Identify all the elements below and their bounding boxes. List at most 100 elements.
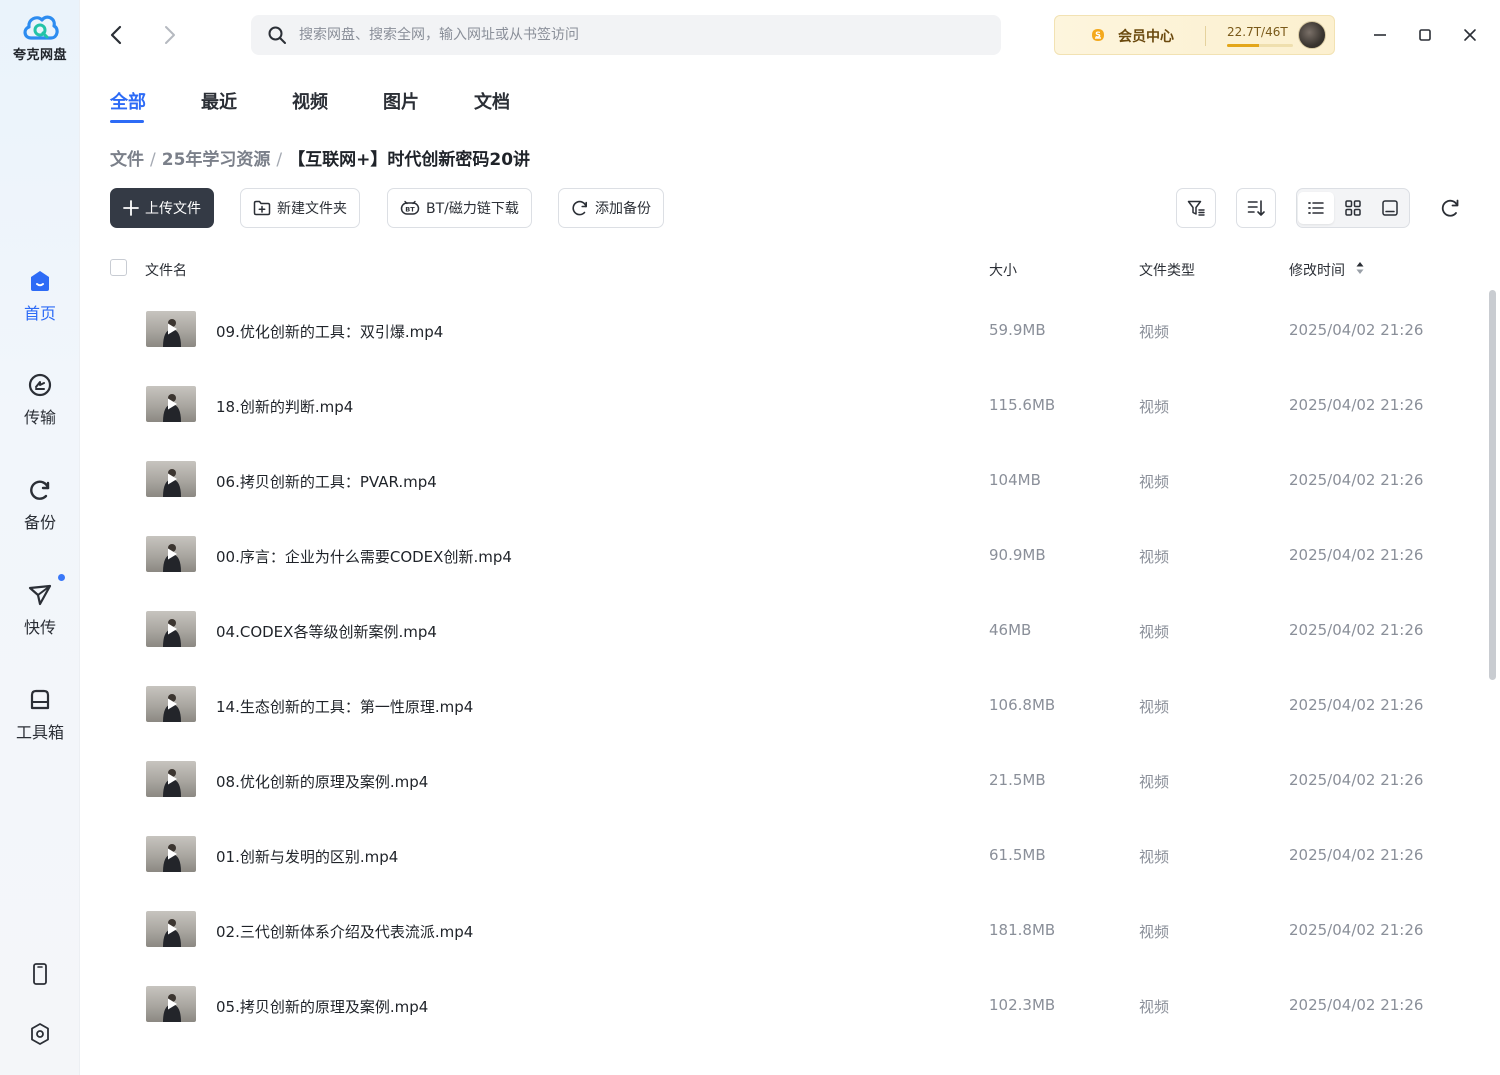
file-name[interactable]: 04.CODEX各等级创新案例.mp4 [216, 621, 437, 642]
forward-arrow-icon[interactable] [156, 22, 182, 48]
search-input[interactable] [299, 15, 979, 55]
breadcrumb-separator: / [150, 150, 156, 170]
table-row[interactable]: 00.序言：企业为什么需要CODEX创新.mp4 90.9MB 视频 2025/04/… [110, 518, 1480, 593]
sidebar-item-quick-send[interactable]: 快传 [0, 574, 80, 638]
file-type: 视频 [1139, 923, 1170, 941]
breadcrumb-item[interactable]: 文件 [110, 150, 144, 170]
video-thumbnail [146, 686, 196, 722]
play-icon [168, 623, 177, 635]
svg-text:BT: BT [405, 205, 415, 213]
video-thumbnail [146, 311, 196, 347]
filter-button[interactable] [1176, 188, 1216, 228]
vip-center-panel[interactable]: S 会员中心 22.7T/46T [1054, 15, 1335, 55]
column-header-name[interactable]: 文件名 [145, 260, 187, 280]
column-header-size[interactable]: 大小 [989, 260, 1017, 280]
tab-video[interactable]: 视频 [292, 88, 328, 114]
video-thumbnail [146, 986, 196, 1022]
storage-usage-text: 22.7T/46T [1227, 25, 1288, 39]
user-avatar[interactable] [1298, 21, 1326, 49]
file-modified-time: 2025/04/02 21:26 [1289, 771, 1424, 789]
file-name[interactable]: 06.拷贝创新的工具：PVAR.mp4 [216, 471, 437, 492]
large-preview-view-option[interactable] [1372, 192, 1408, 224]
column-header-type[interactable]: 文件类型 [1139, 260, 1195, 280]
mobile-app-button[interactable] [0, 962, 80, 986]
sidebar: 夸克网盘 首页 传输 备份 快传 工具箱 [0, 0, 80, 1075]
table-row[interactable]: 04.CODEX各等级创新案例.mp4 46MB 视频 2025/04/02 21:2… [110, 593, 1480, 668]
maximize-icon[interactable] [1413, 23, 1437, 47]
plus-icon [123, 200, 139, 216]
breadcrumb-separator: / [276, 150, 283, 170]
file-table-header: 文件名 大小 文件类型 修改时间 [110, 252, 1460, 286]
sort-button[interactable] [1236, 188, 1276, 228]
list-view-icon [1308, 202, 1324, 214]
app-name: 夸克网盘 [12, 48, 67, 63]
file-type: 视频 [1139, 848, 1170, 866]
minimize-icon[interactable] [1368, 23, 1392, 47]
home-icon [31, 271, 49, 291]
vip-center-label[interactable]: 会员中心 [1118, 26, 1174, 46]
file-modified-time: 2025/04/02 21:26 [1289, 321, 1424, 339]
cloud-logo-icon [23, 15, 59, 40]
file-name[interactable]: 08.优化创新的原理及案例.mp4 [216, 771, 428, 792]
column-header-modified[interactable]: 修改时间 [1289, 260, 1345, 280]
back-arrow-icon[interactable] [104, 22, 130, 48]
file-modified-time: 2025/04/02 21:26 [1289, 996, 1424, 1014]
close-icon[interactable] [1458, 23, 1482, 47]
sidebar-item-home[interactable]: 首页 [0, 268, 80, 324]
bt-magnet-download-button[interactable]: BT BT/磁力链下载 [387, 188, 532, 228]
breadcrumb-item[interactable]: 25年学习资源 [162, 150, 271, 170]
tab-all[interactable]: 全部 [110, 88, 146, 114]
list-view-option[interactable] [1298, 192, 1334, 224]
folder-plus-icon [253, 200, 271, 216]
file-name[interactable]: 18.创新的判断.mp4 [216, 396, 353, 417]
storage-usage-bar [1227, 44, 1293, 47]
add-backup-label: 添加备份 [595, 201, 651, 217]
sidebar-item-backup[interactable]: 备份 [0, 477, 80, 533]
sort-order-icon[interactable] [1356, 261, 1364, 275]
phone-icon [33, 963, 47, 985]
table-row[interactable]: 18.创新的判断.mp4 115.6MB 视频 2025/04/02 21:26 [110, 368, 1480, 443]
sidebar-item-toolbox[interactable]: 工具箱 [0, 687, 80, 743]
vip-badge-icon: S [1092, 29, 1104, 41]
search-icon [268, 26, 286, 44]
upload-file-button[interactable]: 上传文件 [110, 188, 214, 228]
play-icon [168, 473, 177, 485]
table-row[interactable]: 08.优化创新的原理及案例.mp4 21.5MB 视频 2025/04/02 21:2… [110, 743, 1480, 818]
settings-button[interactable] [0, 1022, 80, 1046]
file-name[interactable]: 09.优化创新的工具：双引爆.mp4 [216, 321, 443, 342]
add-backup-button[interactable]: 添加备份 [558, 188, 664, 228]
file-modified-time: 2025/04/02 21:26 [1289, 471, 1424, 489]
tab-recent[interactable]: 最近 [201, 88, 237, 114]
search-box[interactable] [251, 15, 1001, 55]
scrollbar[interactable] [1489, 290, 1496, 680]
grid-view-option[interactable] [1335, 192, 1371, 224]
file-type: 视频 [1139, 698, 1170, 716]
file-size: 102.3MB [989, 996, 1056, 1014]
play-icon [168, 848, 177, 860]
file-type: 视频 [1139, 323, 1170, 341]
file-name[interactable]: 14.生态创新的工具：第一性原理.mp4 [216, 696, 473, 717]
file-size: 61.5MB [989, 846, 1046, 864]
table-row[interactable]: 06.拷贝创新的工具：PVAR.mp4 104MB 视频 2025/04/02 21:… [110, 443, 1480, 518]
toolbox-icon [30, 689, 50, 710]
refresh-icon[interactable] [1437, 195, 1463, 221]
table-row[interactable]: 05.拷贝创新的原理及案例.mp4 102.3MB 视频 2025/04/02 21:… [110, 968, 1480, 1043]
file-name[interactable]: 01.创新与发明的区别.mp4 [216, 846, 398, 867]
file-name[interactable]: 05.拷贝创新的原理及案例.mp4 [216, 996, 428, 1017]
table-row[interactable]: 09.优化创新的工具：双引爆.mp4 59.9MB 视频 2025/04/02 21:… [110, 293, 1480, 368]
table-row[interactable]: 01.创新与发明的区别.mp4 61.5MB 视频 2025/04/02 21:26 [110, 818, 1480, 893]
table-row[interactable]: 02.三代创新体系介绍及代表流派.mp4 181.8MB 视频 2025/04/02 … [110, 893, 1480, 968]
table-row[interactable]: 14.生态创新的工具：第一性原理.mp4 106.8MB 视频 2025/04/02 … [110, 668, 1480, 743]
file-type: 视频 [1139, 773, 1170, 791]
file-size: 46MB [989, 621, 1032, 639]
sort-icon [1247, 200, 1265, 216]
select-all-checkbox[interactable] [110, 259, 127, 276]
tab-image[interactable]: 图片 [383, 88, 419, 114]
file-name[interactable]: 00.序言：企业为什么需要CODEX创新.mp4 [216, 546, 512, 567]
backup-icon [30, 480, 50, 500]
tab-document[interactable]: 文档 [474, 88, 510, 114]
sidebar-item-transfer[interactable]: 传输 [0, 372, 80, 428]
file-name[interactable]: 02.三代创新体系介绍及代表流派.mp4 [216, 921, 473, 942]
app-logo[interactable]: 夸克网盘 [0, 10, 80, 63]
new-folder-button[interactable]: 新建文件夹 [240, 188, 360, 228]
